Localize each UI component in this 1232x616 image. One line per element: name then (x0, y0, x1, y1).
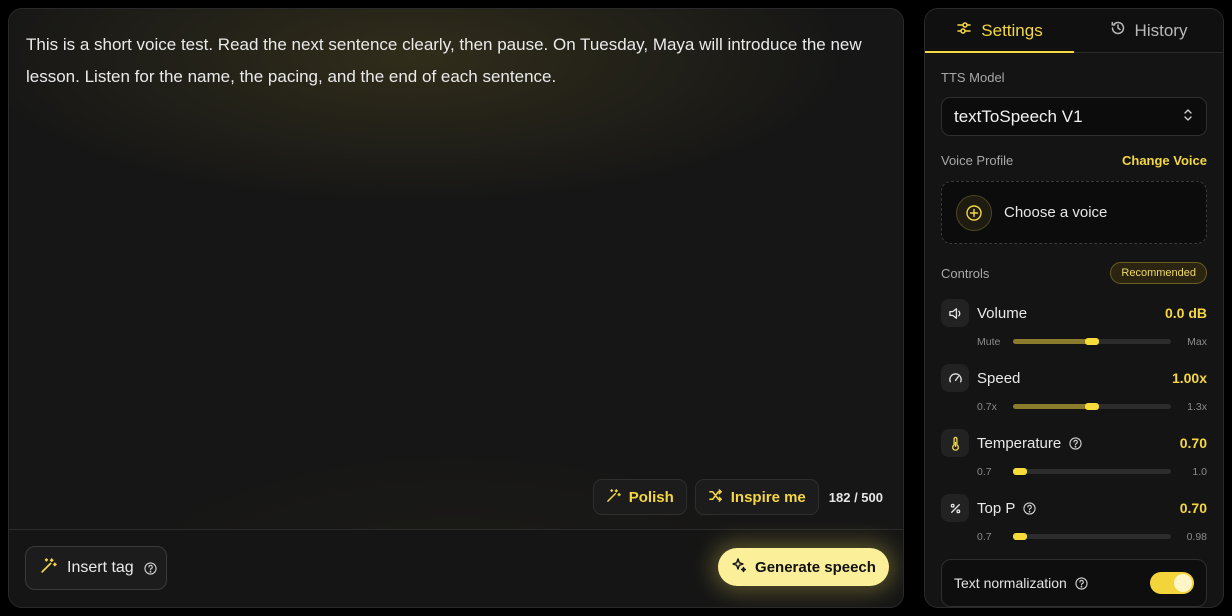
volume-slider[interactable] (1013, 338, 1171, 345)
recommended-badge[interactable]: Recommended (1110, 262, 1207, 284)
top-p-slider[interactable] (1013, 533, 1171, 540)
top-p-name: Top P (977, 500, 1016, 517)
choose-voice-label: Choose a voice (1004, 204, 1108, 221)
slider-thumb[interactable] (1013, 468, 1027, 475)
speed-slider[interactable] (1013, 403, 1171, 410)
temperature-name: Temperature (977, 435, 1062, 452)
help-icon[interactable] (1023, 502, 1036, 515)
tab-history-label: History (1134, 20, 1188, 40)
speed-value: 1.00x (1171, 370, 1207, 386)
generate-speech-button[interactable]: Generate speech (718, 548, 889, 586)
thermometer-icon (941, 429, 969, 457)
settings-panel: Settings History TTS Model textToSpeech … (924, 8, 1224, 608)
inspire-label: Inspire me (730, 488, 806, 506)
magic-wand-icon (40, 557, 57, 579)
text-normalization-label: Text normalization (954, 575, 1088, 591)
temperature-max: 1.0 (1192, 466, 1207, 478)
help-icon[interactable] (1069, 437, 1082, 450)
insert-tag-label: Insert tag (67, 559, 134, 576)
editor-tools: Polish Inspire me 182 / 500 (592, 479, 883, 515)
text-normalization-row: Text normalization (941, 559, 1207, 607)
tts-model-select[interactable]: textToSpeech V1 (941, 97, 1207, 136)
tts-model-value: textToSpeech V1 (954, 106, 1083, 126)
tts-model-label: TTS Model (941, 70, 1005, 85)
generate-speech-label: Generate speech (755, 558, 876, 576)
speed-max: 1.3x (1187, 401, 1207, 413)
choose-voice-box[interactable]: Choose a voice (941, 181, 1207, 244)
tab-settings-label: Settings (981, 20, 1043, 40)
history-icon (1110, 20, 1126, 41)
panel-tabs: Settings History (925, 9, 1223, 53)
volume-control: Volume 0.0 dB Mute Max (941, 299, 1207, 355)
add-voice-icon (956, 194, 992, 231)
tab-history[interactable]: History (1074, 9, 1223, 52)
gauge-icon (941, 364, 969, 392)
volume-min: Mute (977, 336, 1001, 348)
volume-label: Volume (977, 305, 1027, 322)
editor-footer: Insert tag Generate speech (9, 529, 903, 607)
shuffle-icon (708, 488, 723, 507)
polish-label: Polish (628, 488, 674, 506)
speaker-icon (941, 299, 969, 327)
tab-settings[interactable]: Settings (925, 9, 1074, 53)
speed-min: 0.7x (977, 401, 997, 413)
text-normalization-name: Text normalization (954, 575, 1067, 591)
percent-icon (941, 494, 969, 522)
sliders-icon (956, 20, 972, 41)
insert-tag-button[interactable]: Insert tag (25, 546, 167, 590)
slider-thumb[interactable] (1085, 338, 1099, 345)
top-p-control: Top P 0.70 0.7 0.98 (941, 494, 1207, 550)
temperature-control: Temperature 0.70 0.7 1.0 (941, 429, 1207, 485)
text-normalization-toggle[interactable] (1150, 572, 1194, 594)
slider-thumb[interactable] (1085, 403, 1099, 410)
magic-wand-icon (606, 488, 621, 507)
volume-max: Max (1187, 336, 1207, 348)
temperature-min: 0.7 (977, 466, 992, 478)
help-icon[interactable] (144, 561, 157, 575)
top-p-label: Top P (977, 500, 1036, 517)
volume-name: Volume (977, 305, 1028, 322)
controls-label: Controls (941, 266, 990, 281)
volume-value: 0.0 dB (1164, 305, 1207, 321)
temperature-slider[interactable] (1013, 468, 1171, 475)
speed-control: Speed 1.00x 0.7x 1.3x (941, 364, 1207, 420)
inspire-button[interactable]: Inspire me (694, 479, 819, 515)
char-count: 182 / 500 (828, 489, 883, 505)
slider-thumb[interactable] (1013, 533, 1027, 540)
polish-button[interactable]: Polish (592, 479, 687, 515)
help-icon[interactable] (1075, 576, 1088, 590)
slider-fill (1013, 404, 1092, 409)
voice-profile-label: Voice Profile (941, 153, 1014, 168)
top-p-min: 0.7 (977, 531, 992, 543)
speed-label: Speed (977, 370, 1020, 387)
speed-name: Speed (977, 370, 1021, 387)
temperature-value: 0.70 (1179, 435, 1207, 451)
top-p-max: 0.98 (1186, 531, 1207, 543)
editor-textarea[interactable]: This is a short voice test. Read the nex… (26, 29, 886, 93)
text-editor[interactable]: This is a short voice test. Read the nex… (8, 8, 904, 608)
change-voice-link[interactable]: Change Voice (1122, 153, 1207, 168)
sparkles-icon (731, 557, 747, 577)
temperature-label: Temperature (977, 435, 1082, 452)
top-p-value: 0.70 (1179, 500, 1207, 516)
slider-fill (1013, 339, 1092, 344)
chevron-updown-icon (1182, 107, 1194, 127)
